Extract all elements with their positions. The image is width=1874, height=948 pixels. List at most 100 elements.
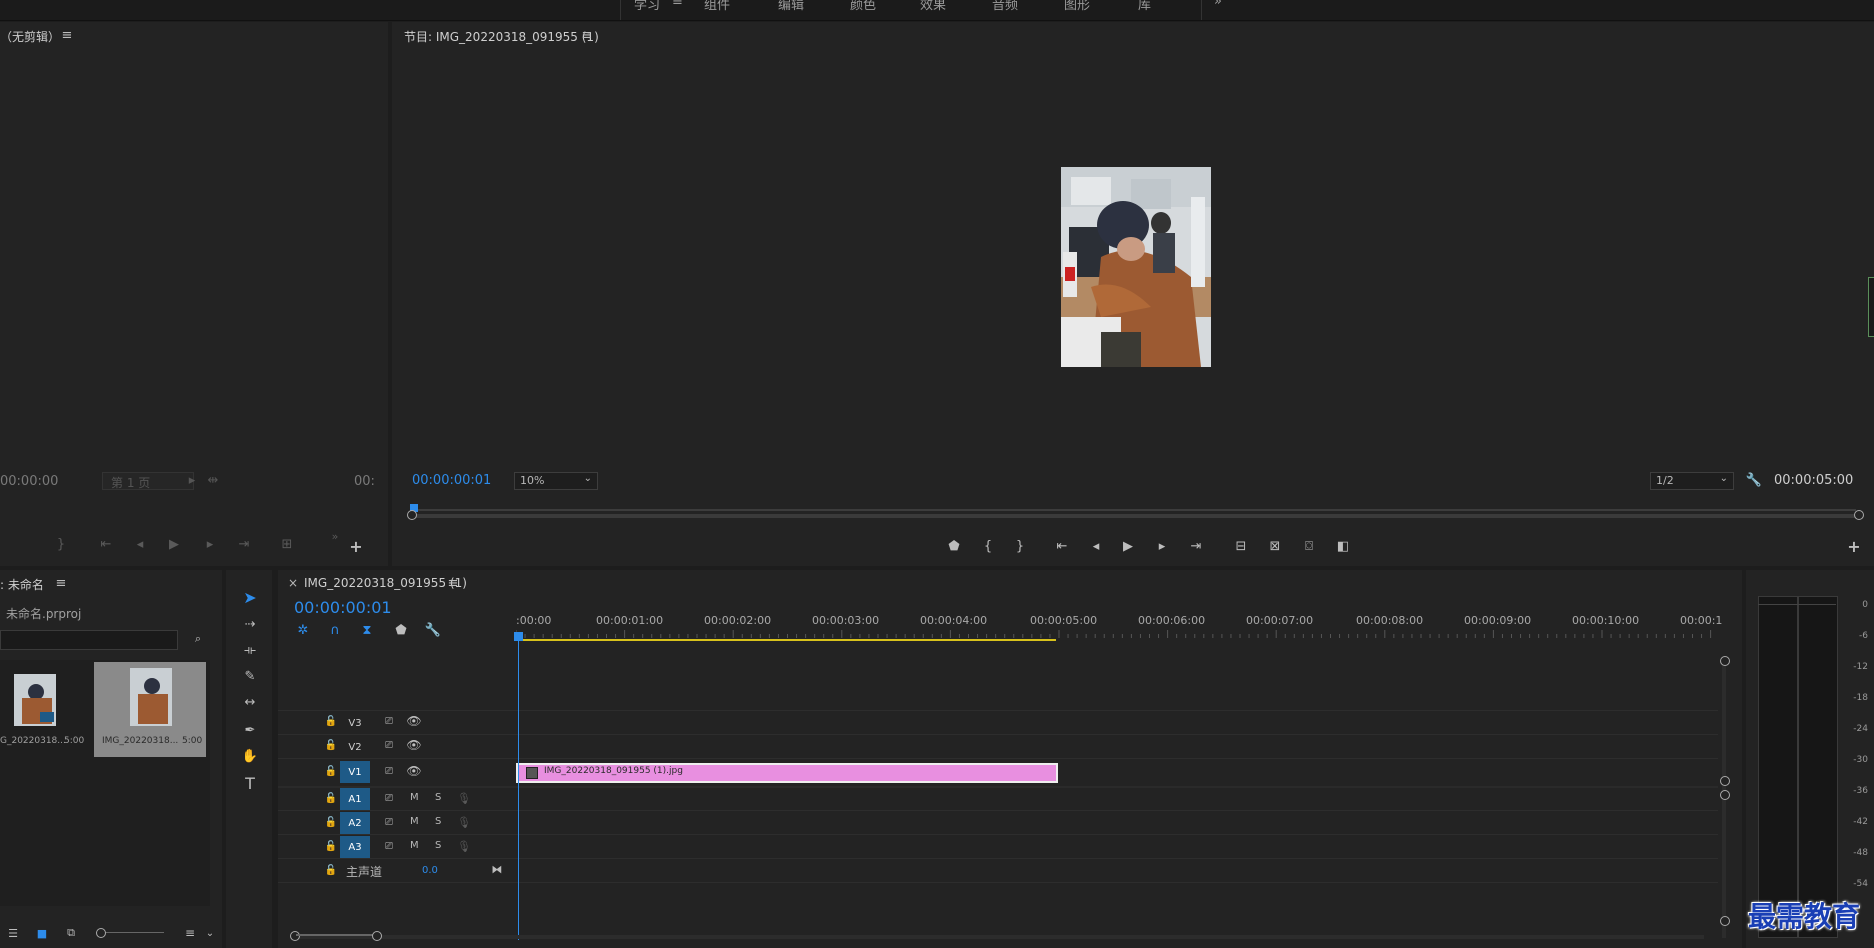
microphone-icon[interactable]: 🎙 (457, 839, 471, 853)
camera-icon[interactable]: ⌼ (1300, 538, 1318, 554)
zoom-end-handle[interactable] (372, 931, 382, 941)
workspace-tab-assembly[interactable]: 组件 (704, 0, 730, 13)
mute-button[interactable]: M (410, 840, 419, 851)
workspace-tab-color[interactable]: 颜色 (850, 0, 876, 13)
freeform-view-icon[interactable]: ⧉ (62, 926, 80, 940)
mark-out-icon[interactable]: } (54, 536, 68, 552)
microphone-icon[interactable]: 🎙 (457, 791, 471, 805)
track-select-tool-icon[interactable]: ⇢ (238, 614, 262, 634)
scroll-handle[interactable] (1868, 277, 1874, 337)
thumbnail-size-slider[interactable] (96, 932, 164, 933)
play-icon[interactable]: ▶ (1120, 538, 1136, 554)
lock-icon[interactable]: 🔓 (324, 863, 338, 877)
work-area-bar[interactable] (516, 639, 1056, 641)
project-item-selected[interactable]: IMG_20220318... 5:00 (94, 662, 206, 757)
scroll-end-handle[interactable] (1854, 510, 1864, 520)
project-item[interactable]: G_20220318... 5:00 (0, 662, 90, 757)
step-back-icon[interactable]: ◂ (1088, 538, 1104, 554)
zoom-range[interactable] (296, 934, 374, 936)
lock-icon[interactable]: 🔓 (324, 714, 338, 728)
playhead-line[interactable] (518, 640, 519, 940)
scroll-handle[interactable] (1720, 776, 1730, 786)
scroll-handle[interactable] (1720, 656, 1730, 666)
master-volume-value[interactable]: 0.0 (422, 865, 438, 876)
scroll-start-handle[interactable] (407, 510, 417, 520)
hamburger-icon[interactable]: ≡ (672, 0, 683, 9)
quality-select[interactable]: 1/2 ⌄ (1650, 472, 1734, 490)
sync-lock-icon[interactable]: ⎚ (382, 815, 396, 829)
sync-lock-icon[interactable]: ⎚ (382, 714, 396, 728)
track-target-a3[interactable]: A3 (340, 836, 370, 858)
close-tab-icon[interactable]: × (288, 576, 298, 590)
lock-icon[interactable]: 🔓 (324, 815, 338, 829)
wrench-icon[interactable]: 🔧 (1746, 472, 1762, 488)
slider-handle[interactable] (96, 928, 106, 938)
go-to-in-icon[interactable]: ⇤ (1054, 538, 1070, 554)
selection-tool-icon[interactable]: ➤ (238, 586, 262, 608)
wrench-icon[interactable]: 🔧 (424, 622, 442, 638)
list-view-icon[interactable]: ☰ (4, 926, 22, 940)
snap-magnet-icon[interactable]: ∩ (326, 622, 344, 638)
add-button-icon[interactable]: + (1846, 537, 1862, 556)
hand-tool-icon[interactable]: ✋ (238, 746, 262, 766)
more-buttons-icon[interactable]: » (328, 530, 342, 543)
horizontal-zoom-scrollbar[interactable] (294, 935, 1704, 939)
go-to-in-icon[interactable]: ⇤ (98, 536, 114, 552)
track-target-a2[interactable]: A2 (340, 812, 370, 834)
scroll-handle[interactable] (1720, 790, 1730, 800)
program-ruler[interactable] (412, 500, 1856, 511)
go-to-out-icon[interactable]: ⇥ (236, 536, 252, 552)
go-to-end-icon[interactable]: ⧓ (490, 862, 504, 876)
sync-lock-icon[interactable]: ⎚ (382, 791, 396, 805)
pen-tool-icon[interactable]: ✒ (238, 720, 262, 740)
track-target-v3[interactable]: V3 (340, 712, 370, 734)
extract-icon[interactable]: ⊠ (1266, 538, 1284, 554)
timeline-ruler-ticks[interactable] (516, 630, 1716, 638)
lock-icon[interactable]: 🔓 (324, 738, 338, 752)
type-tool-icon[interactable]: T (238, 772, 262, 794)
track-target-v1[interactable]: V1 (340, 761, 370, 783)
play-icon[interactable]: ▶ (166, 536, 182, 552)
panel-menu-icon[interactable]: ≡ (54, 576, 68, 591)
sync-lock-icon[interactable]: ⎚ (382, 738, 396, 752)
solo-button[interactable]: S (435, 792, 441, 803)
project-search-input[interactable] (0, 630, 178, 650)
panel-menu-icon[interactable]: ≡ (580, 28, 594, 43)
sync-lock-icon[interactable]: ⎚ (382, 839, 396, 853)
lock-icon[interactable]: 🔓 (324, 764, 338, 778)
page-select[interactable]: 第 1 页 (102, 472, 194, 490)
add-marker-icon[interactable]: ⬟ (946, 538, 962, 554)
insert-icon[interactable]: ⊞ (278, 536, 296, 552)
razor-tool-icon[interactable]: ✎ (238, 666, 262, 686)
lock-icon[interactable]: 🔓 (324, 839, 338, 853)
panel-menu-icon[interactable]: ≡ (60, 28, 74, 43)
go-to-out-icon[interactable]: ⇥ (1188, 538, 1204, 554)
track-target-a1[interactable]: A1 (340, 788, 370, 810)
track-target-v2[interactable]: V2 (340, 736, 370, 758)
ripple-edit-tool-icon[interactable]: ⟛ (238, 640, 262, 660)
solo-button[interactable]: S (435, 840, 441, 851)
workspace-tab-effects[interactable]: 效果 (920, 0, 946, 13)
workspace-tab-graphics[interactable]: 图形 (1064, 0, 1090, 13)
workspace-tab-libraries[interactable]: 库 (1138, 0, 1151, 13)
lift-icon[interactable]: ⊟ (1232, 538, 1250, 554)
mute-button[interactable]: M (410, 792, 419, 803)
search-bin-icon[interactable]: ⌕ (190, 631, 206, 647)
add-marker-icon[interactable]: ⬟ (392, 622, 410, 638)
compare-view-icon[interactable]: ◧ (1334, 538, 1352, 554)
zoom-select[interactable]: 10% ⌄ (514, 472, 598, 490)
microphone-icon[interactable]: 🎙 (457, 815, 471, 829)
sync-lock-icon[interactable]: ⎚ (382, 764, 396, 778)
lock-icon[interactable]: 🔓 (324, 791, 338, 805)
icon-view-icon[interactable]: ■ (34, 926, 50, 940)
step-forward-icon[interactable]: ▸ (202, 536, 218, 552)
nest-icon[interactable]: ✲ (294, 622, 312, 638)
workspace-tab-learn[interactable]: 学习 (634, 0, 660, 13)
sort-icon[interactable]: ≡ (182, 926, 198, 940)
timeline-timecode[interactable]: 00:00:00:01 (294, 598, 392, 617)
solo-button[interactable]: S (435, 816, 441, 827)
slip-tool-icon[interactable]: ↔ (238, 692, 262, 712)
trim-icon[interactable]: ⇹ (206, 472, 220, 488)
add-button-icon[interactable]: + (348, 537, 364, 556)
panel-menu-icon[interactable]: ≡ (446, 576, 460, 591)
